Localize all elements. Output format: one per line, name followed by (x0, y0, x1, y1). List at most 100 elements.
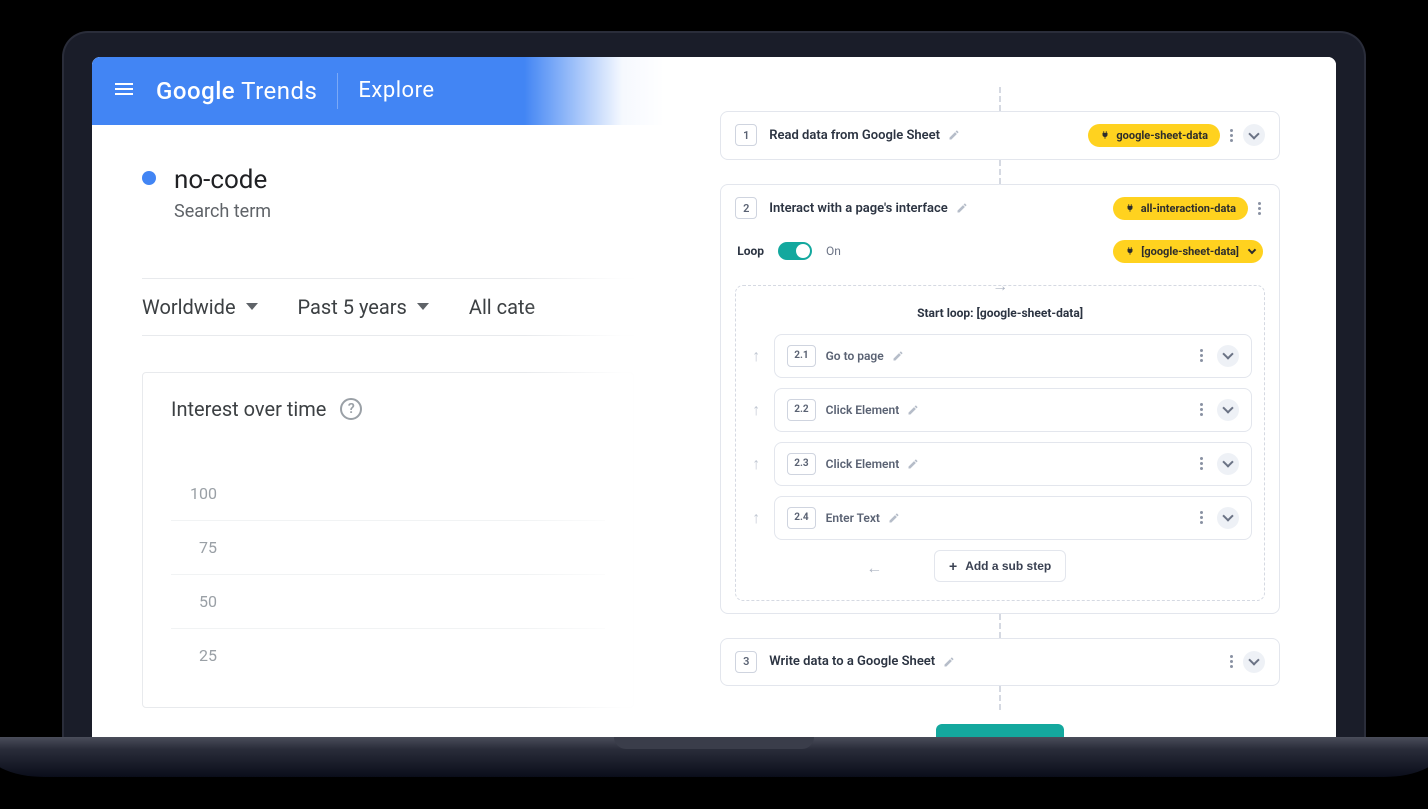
substep-row: ↑ 2.3 Click Element (748, 442, 1252, 486)
substep-title: Click Element (826, 403, 900, 417)
substep-title: Enter Text (826, 511, 880, 525)
step-3-card[interactable]: 3 Write data to a Google Sheet (720, 638, 1280, 686)
laptop-bezel: Google Trends Explore no-code Search ter… (64, 33, 1364, 737)
plus-icon: + (949, 559, 957, 573)
laptop-notch (614, 737, 814, 749)
brand-google: Google (156, 77, 235, 105)
step-2-card[interactable]: 2 Interact with a page's interface all-i… (720, 184, 1280, 614)
edit-icon[interactable] (907, 404, 919, 416)
nav-explore[interactable]: Explore (358, 78, 434, 103)
tag-label: google-sheet-data (1116, 129, 1208, 142)
chart-title: Interest over time (171, 397, 326, 421)
loop-source-label: [google-sheet-data] (1141, 245, 1239, 258)
filter-region[interactable]: Worldwide (142, 295, 258, 319)
substep-row: ↑ 2.1 Go to page (748, 334, 1252, 378)
step-2-tag[interactable]: all-interaction-data (1113, 197, 1248, 220)
trends-header: Google Trends Explore (92, 57, 664, 125)
substep-2-3[interactable]: 2.3 Click Element (774, 442, 1252, 486)
kebab-menu-icon[interactable] (1196, 453, 1207, 474)
hamburger-menu-icon[interactable] (112, 77, 136, 105)
kebab-menu-icon[interactable] (1226, 125, 1237, 146)
y-tick: 75 (171, 538, 217, 557)
substep-number: 2.4 (787, 507, 815, 529)
loop-body: → Start loop: [google-sheet-data] ↑ 2.1 … (735, 285, 1265, 601)
kebab-menu-icon[interactable] (1196, 345, 1207, 366)
loop-state: On (826, 244, 841, 258)
loop-header: Start loop: [google-sheet-data] (748, 306, 1252, 320)
trends-body: no-code Search term Worldwide Past 5 yea… (92, 125, 664, 708)
substep-number: 2.1 (787, 345, 815, 367)
add-substep-button[interactable]: + Add a sub step (934, 550, 1066, 582)
loop-label: Loop (737, 244, 764, 258)
filter-category[interactable]: All cate (469, 295, 535, 319)
laptop-base (0, 737, 1428, 777)
filter-period[interactable]: Past 5 years (298, 295, 429, 319)
arrow-left-icon: ← (866, 558, 882, 578)
substep-title: Go to page (826, 349, 884, 363)
substep-2-1[interactable]: 2.1 Go to page (774, 334, 1252, 378)
step-1-tag[interactable]: google-sheet-data (1088, 124, 1220, 147)
expand-toggle[interactable] (1243, 651, 1265, 673)
search-term-label: Search term (174, 201, 271, 222)
expand-toggle[interactable] (1217, 453, 1239, 475)
filter-region-label: Worldwide (142, 295, 236, 319)
help-icon[interactable]: ? (340, 398, 362, 420)
search-term-value: no-code (174, 165, 271, 195)
screen: Google Trends Explore no-code Search ter… (92, 57, 1336, 737)
chevron-down-icon (1222, 510, 1233, 521)
y-tick: 25 (171, 646, 217, 665)
loop-source-pill[interactable]: [google-sheet-data] (1113, 240, 1263, 263)
kebab-menu-icon[interactable] (1196, 399, 1207, 420)
workflow-panel: 1 Read data from Google Sheet google-she… (664, 57, 1336, 737)
expand-toggle[interactable] (1217, 399, 1239, 421)
edit-icon[interactable] (892, 350, 904, 362)
step-number: 1 (735, 124, 757, 146)
kebab-menu-icon[interactable] (1226, 651, 1237, 672)
chart-card: Interest over time ? 100 75 50 25 (142, 372, 634, 708)
loop-toggle[interactable] (778, 242, 812, 260)
kebab-menu-icon[interactable] (1196, 507, 1207, 528)
series-dot-icon (142, 171, 156, 185)
substep-number: 2.2 (787, 399, 815, 421)
plug-icon (1100, 130, 1110, 140)
substep-row: ↑ 2.2 Click Element (748, 388, 1252, 432)
filter-category-label: All cate (469, 295, 535, 319)
expand-toggle[interactable] (1243, 124, 1265, 146)
arrow-up-icon: ↑ (748, 400, 764, 420)
y-tick: 50 (171, 592, 217, 611)
loop-row: Loop On [google-sheet-data] (735, 234, 1265, 269)
substep-title: Click Element (826, 457, 900, 471)
edit-icon[interactable] (907, 458, 919, 470)
caret-down-icon (417, 303, 429, 310)
search-term-block[interactable]: no-code Search term (142, 165, 634, 222)
substep-2-2[interactable]: 2.2 Click Element (774, 388, 1252, 432)
step-1-card[interactable]: 1 Read data from Google Sheet google-she… (720, 111, 1280, 160)
expand-toggle[interactable] (1217, 345, 1239, 367)
arrow-right-icon: → (992, 276, 1008, 296)
y-tick: 100 (171, 484, 217, 503)
edit-icon[interactable] (956, 202, 968, 214)
chart-y-axis: 100 75 50 25 (171, 467, 605, 683)
arrow-up-icon: ↑ (748, 454, 764, 474)
google-trends-panel: Google Trends Explore no-code Search ter… (92, 57, 664, 737)
substep-2-4[interactable]: 2.4 Enter Text (774, 496, 1252, 540)
substep-number: 2.3 (787, 453, 815, 475)
google-trends-logo: Google Trends (156, 77, 317, 105)
step-number: 2 (735, 197, 757, 219)
plug-icon (1125, 203, 1135, 213)
edit-icon[interactable] (948, 129, 960, 141)
filter-period-label: Past 5 years (298, 295, 407, 319)
edit-icon[interactable] (888, 512, 900, 524)
brand-trends: Trends (241, 77, 317, 105)
step-3-title: Write data to a Google Sheet (769, 654, 935, 669)
edit-icon[interactable] (943, 656, 955, 668)
chevron-down-icon (1222, 348, 1233, 359)
chevron-down-icon (1222, 402, 1233, 413)
expand-toggle[interactable] (1217, 507, 1239, 529)
chevron-down-icon (1248, 654, 1259, 665)
plug-icon (1125, 246, 1135, 256)
add-step-button[interactable]: + Add a step (936, 724, 1065, 737)
laptop-mockup: Google Trends Explore no-code Search ter… (64, 33, 1364, 777)
filters-bar: Worldwide Past 5 years All cate (142, 278, 634, 336)
kebab-menu-icon[interactable] (1254, 198, 1265, 219)
